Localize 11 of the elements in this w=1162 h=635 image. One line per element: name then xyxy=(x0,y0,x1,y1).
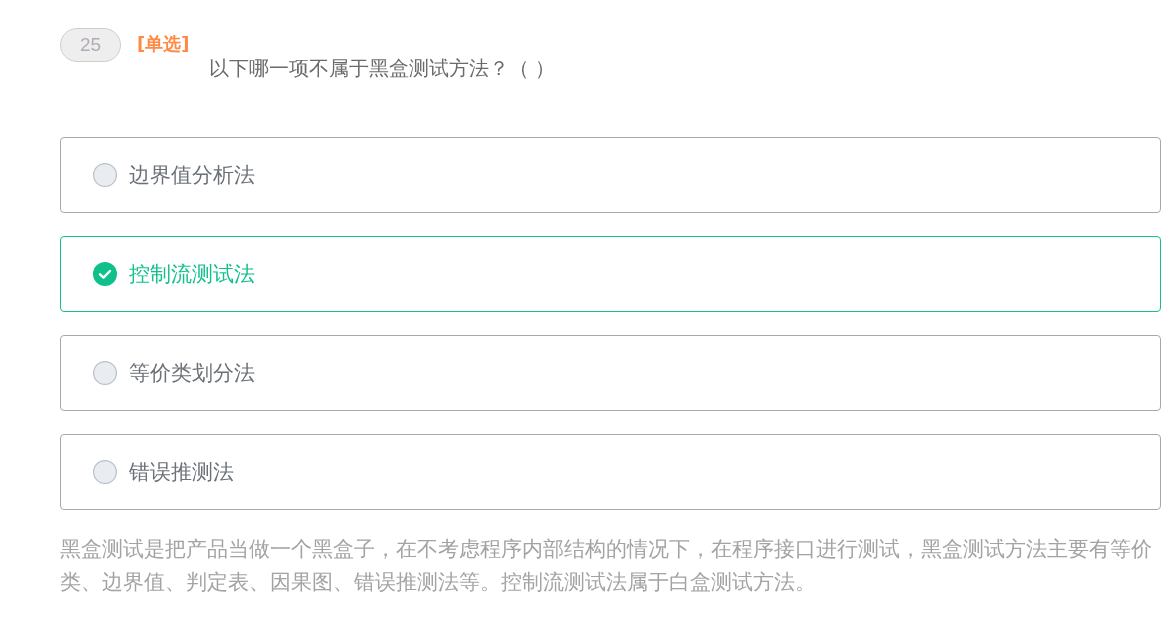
answer-option[interactable]: 错误推测法 xyxy=(60,434,1161,510)
answer-explanation: 黑盒测试是把产品当做一个黑盒子，在不考虑程序内部结构的情况下，在程序接口进行测试，黑盒测试方法主要有等价类、边界值、判定表、因果图、错误推测法等。控制流测试法属于白盒测试方法。 xyxy=(60,536,1153,596)
radio-circle-icon xyxy=(93,361,117,385)
question-text: 以下哪一项不属于黑盒测试方法？（ ） xyxy=(209,56,556,80)
radio-circle-icon xyxy=(93,460,117,484)
radio-circle-icon xyxy=(93,163,117,187)
question-number-badge: 25 xyxy=(60,28,121,62)
answer-option[interactable]: 边界值分析法 xyxy=(60,137,1161,213)
question-type-tag: [单选] xyxy=(137,32,190,56)
check-circle-icon xyxy=(93,262,117,286)
answer-option[interactable]: 等价类划分法 xyxy=(60,335,1161,411)
